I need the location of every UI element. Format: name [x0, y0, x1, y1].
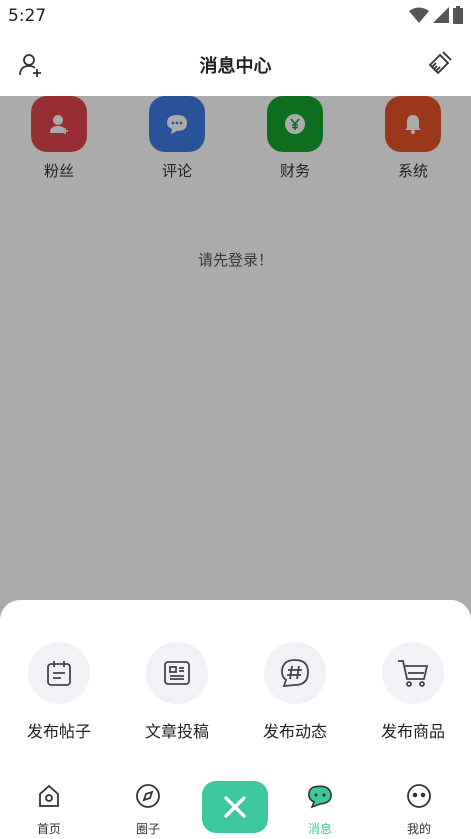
tab-home[interactable]: 首页 — [4, 782, 94, 837]
home-icon — [39, 784, 59, 807]
action-label: 发布商品 — [380, 722, 445, 741]
status-icons — [409, 6, 463, 24]
page-title: 消息中心 — [199, 56, 272, 77]
calendar-note-icon — [47, 661, 71, 686]
action-circle — [146, 642, 208, 704]
profile-icon — [407, 784, 431, 808]
action-circle — [382, 642, 444, 704]
publish-post-button[interactable]: 发布帖子 — [0, 642, 118, 742]
hashtag-icon — [281, 659, 309, 688]
message-icon — [308, 785, 332, 809]
status-time: 5:27 — [8, 6, 47, 26]
wifi-icon — [409, 7, 429, 23]
tab-label: 消息 — [307, 822, 332, 836]
action-circle — [28, 642, 90, 704]
article-icon — [164, 661, 190, 685]
status-bar: 5:27 — [0, 0, 471, 34]
tab-messages[interactable]: 消息 — [275, 782, 365, 837]
app-header: 消息中心 — [0, 34, 471, 96]
submit-article-button[interactable]: 文章投稿 — [118, 642, 236, 742]
tab-profile[interactable]: 我的 — [374, 782, 464, 837]
tab-icon-wrap — [275, 782, 365, 810]
action-label: 发布帖子 — [26, 722, 91, 741]
tab-label: 首页 — [36, 822, 61, 836]
action-label: 发布动态 — [262, 722, 327, 741]
tab-icon-wrap — [4, 782, 94, 810]
tab-icon-wrap — [374, 782, 464, 810]
tab-icon-wrap — [103, 782, 193, 810]
close-icon — [224, 796, 246, 818]
bottom-tabbar: 首页 圈子 消息 我的 — [0, 776, 471, 839]
cell-signal-icon — [433, 7, 449, 23]
tab-circle[interactable]: 圈子 — [103, 782, 193, 837]
clear-messages-button[interactable] — [427, 50, 453, 76]
tab-label: 圈子 — [135, 822, 160, 836]
tab-label: 我的 — [406, 822, 431, 836]
publish-moment-button[interactable]: 发布动态 — [236, 642, 354, 742]
shopping-cart-icon — [398, 660, 429, 687]
broom-icon — [428, 51, 452, 75]
action-label: 文章投稿 — [144, 722, 209, 741]
publish-product-button[interactable]: 发布商品 — [354, 642, 471, 742]
close-publish-button[interactable] — [202, 781, 268, 833]
compass-icon — [136, 784, 160, 808]
battery-icon — [453, 6, 463, 24]
action-circle — [264, 642, 326, 704]
